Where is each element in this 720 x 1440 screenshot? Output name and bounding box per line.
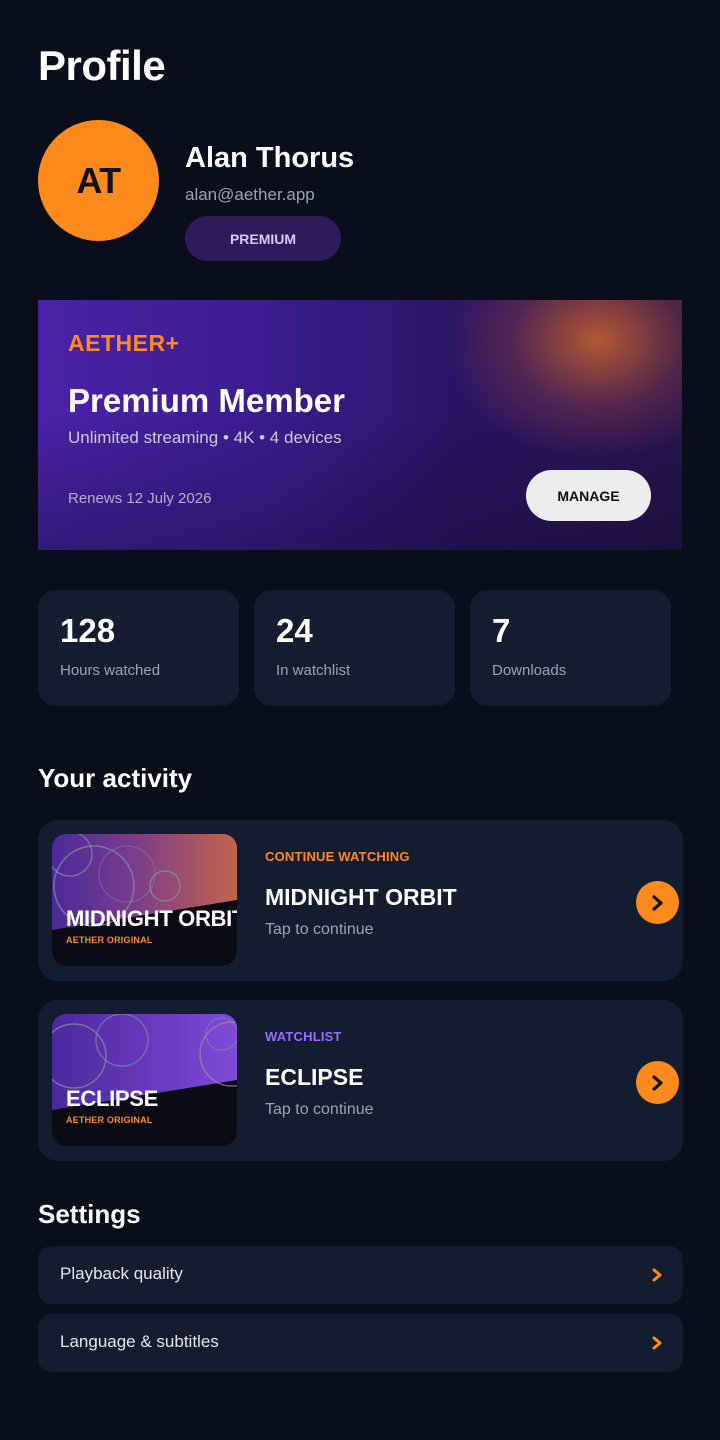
stat-label: In watchlist bbox=[276, 662, 351, 679]
settings-item-label: Playback quality bbox=[60, 1264, 183, 1283]
thumbnail-title: MIDNIGHT ORBIT bbox=[66, 906, 237, 931]
thumbnail-title: ECLIPSE bbox=[66, 1086, 159, 1111]
renewal-text: Renews 12 July 2026 bbox=[68, 490, 212, 507]
activity-status: WATCHLIST bbox=[265, 1029, 342, 1044]
activity-heading: Your activity bbox=[38, 763, 193, 793]
thumbnail: MIDNIGHT ORBIT AETHER ORIGINAL bbox=[52, 834, 237, 966]
thumbnail-art bbox=[52, 1014, 237, 1146]
user-name: Alan Thorus bbox=[185, 142, 355, 174]
thumbnail-art bbox=[52, 834, 237, 966]
avatar[interactable]: AT bbox=[38, 120, 159, 241]
continue-button[interactable] bbox=[636, 1061, 679, 1104]
chevron-right-icon bbox=[651, 1074, 663, 1091]
thumbnail-subtitle: AETHER ORIGINAL bbox=[66, 935, 153, 945]
activity-title: ECLIPSE bbox=[265, 1064, 364, 1090]
membership-card: AETHER+ Premium Member Unlimited streami… bbox=[38, 300, 682, 550]
stat-label: Downloads bbox=[492, 662, 567, 679]
settings-item-playback-quality[interactable]: Playback quality bbox=[38, 1246, 683, 1304]
activity-status: CONTINUE WATCHING bbox=[265, 849, 410, 864]
activity-title: MIDNIGHT ORBIT bbox=[265, 884, 457, 910]
chevron-right-icon bbox=[651, 894, 663, 911]
plan-badge: PREMIUM bbox=[185, 216, 341, 261]
membership-features: Unlimited streaming • 4K • 4 devices bbox=[68, 428, 342, 447]
chevron-right-icon bbox=[652, 1268, 662, 1282]
settings-item-label: Language & subtitles bbox=[60, 1332, 219, 1351]
membership-title: Premium Member bbox=[68, 382, 345, 419]
stat-value: 24 bbox=[276, 612, 313, 649]
settings-heading: Settings bbox=[38, 1199, 141, 1229]
chevron-right-icon bbox=[652, 1336, 662, 1350]
stat-card-watchlist: 24 In watchlist bbox=[254, 590, 455, 706]
stat-value: 7 bbox=[492, 612, 511, 649]
continue-button[interactable] bbox=[636, 881, 679, 924]
activity-item-midnight-orbit[interactable]: MIDNIGHT ORBIT AETHER ORIGINAL CONTINUE … bbox=[38, 820, 683, 981]
manage-button[interactable]: MANAGE bbox=[526, 470, 651, 521]
stat-value: 128 bbox=[60, 612, 116, 649]
settings-item-language-subtitles[interactable]: Language & subtitles bbox=[38, 1314, 683, 1372]
page-title: Profile bbox=[38, 42, 166, 89]
activity-subtitle: Tap to continue bbox=[265, 1101, 374, 1118]
stat-label: Hours watched bbox=[60, 662, 161, 679]
thumbnail-subtitle: AETHER ORIGINAL bbox=[66, 1115, 153, 1125]
activity-subtitle: Tap to continue bbox=[265, 921, 374, 938]
brand-label: AETHER+ bbox=[68, 330, 180, 356]
stat-card-hours: 128 Hours watched bbox=[38, 590, 239, 706]
thumbnail: ECLIPSE AETHER ORIGINAL bbox=[52, 1014, 237, 1146]
user-email: alan@aether.app bbox=[185, 185, 315, 204]
activity-item-eclipse[interactable]: ECLIPSE AETHER ORIGINAL WATCHLIST ECLIPS… bbox=[38, 1000, 683, 1161]
stat-card-downloads: 7 Downloads bbox=[470, 590, 671, 706]
